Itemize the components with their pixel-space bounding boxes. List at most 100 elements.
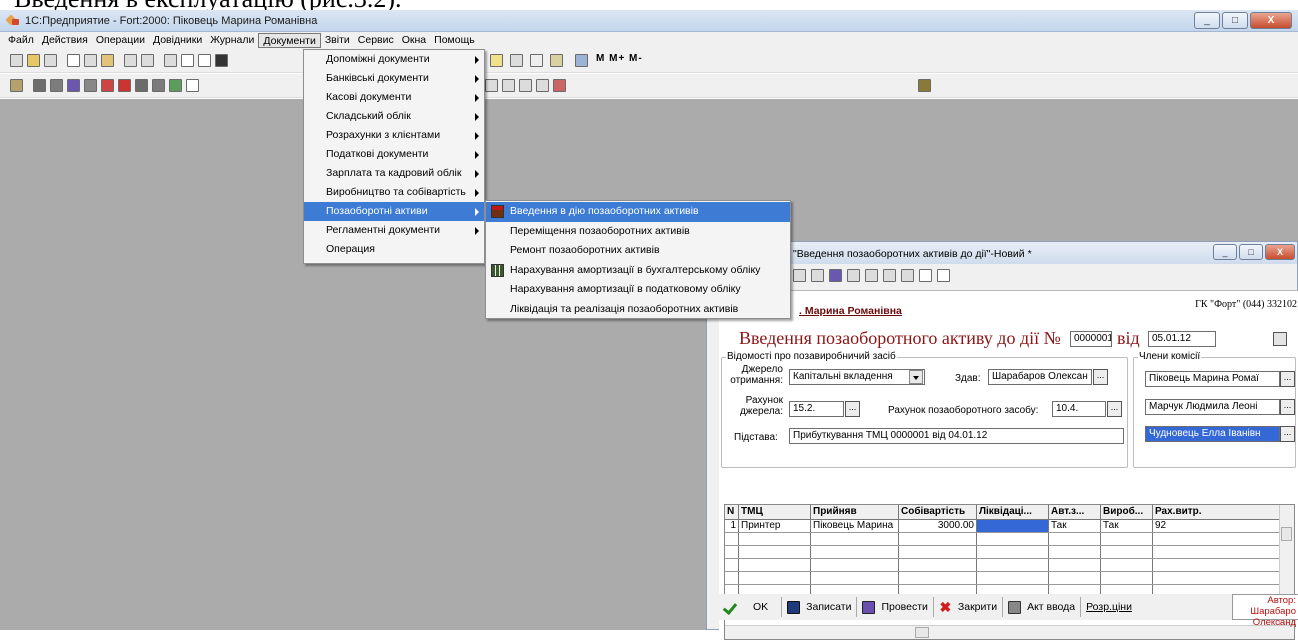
- vertical-scroll-thumb[interactable]: [1281, 527, 1292, 541]
- commission-member-1-button[interactable]: ...: [1280, 371, 1295, 387]
- menu-item-bank-docs[interactable]: Банківські документи: [304, 69, 484, 88]
- save-button[interactable]: Записати: [782, 597, 858, 617]
- calc-prices-button[interactable]: Розр.ціни: [1081, 597, 1137, 617]
- dialog-maximize-button[interactable]: □: [1239, 244, 1263, 260]
- undo-icon[interactable]: [181, 54, 194, 67]
- calc-icon[interactable]: [510, 54, 523, 67]
- new-icon[interactable]: [10, 54, 23, 67]
- copy-icon[interactable]: [84, 54, 97, 67]
- menu-help[interactable]: Помощь: [430, 33, 479, 48]
- notes-icon[interactable]: [550, 54, 563, 67]
- col-auto[interactable]: Авт.з...: [1049, 505, 1101, 519]
- cell-tmc[interactable]: Принтер: [739, 520, 811, 532]
- basis-field[interactable]: Прибуткування ТМЦ 0000001 від 04.01.12: [789, 428, 1124, 444]
- submenu-item-transfer[interactable]: Переміщення позаоборотних активів: [486, 222, 790, 242]
- empty-row[interactable]: [725, 546, 1294, 559]
- dialog-tool-icon-2[interactable]: [811, 269, 824, 282]
- menu-item-auxiliary-docs[interactable]: Допоміжні документи: [304, 50, 484, 69]
- handed-select-button[interactable]: ...: [1093, 369, 1108, 385]
- commission-member-3-button[interactable]: ...: [1280, 426, 1295, 442]
- cell-liquidation[interactable]: [977, 520, 1049, 532]
- date-field[interactable]: 05.01.12: [1148, 331, 1216, 347]
- menu-file[interactable]: Файл: [4, 33, 38, 48]
- cell-expense-account[interactable]: 92: [1153, 520, 1281, 532]
- calendar-icon[interactable]: [530, 54, 543, 67]
- asset-account-field[interactable]: 10.4.: [1052, 401, 1106, 417]
- menu-item-warehouse[interactable]: Складський облік: [304, 107, 484, 126]
- close-button[interactable]: X: [1250, 12, 1292, 29]
- dialog-tool-icon-1[interactable]: [793, 269, 806, 282]
- menu-references[interactable]: Довідники: [149, 33, 206, 48]
- menu-journals[interactable]: Журнали: [206, 33, 258, 48]
- ok-button[interactable]: OK: [719, 597, 783, 617]
- salary-icon[interactable]: [186, 79, 199, 92]
- stock-icon[interactable]: [135, 79, 148, 92]
- clients-icon[interactable]: [152, 79, 165, 92]
- cell-accepted[interactable]: Піковець Марина: [811, 520, 899, 532]
- source-field[interactable]: Капітальні вкладення: [789, 369, 925, 385]
- dialog-help-icon[interactable]: [919, 269, 932, 282]
- menu-operations[interactable]: Операции: [92, 33, 149, 48]
- journal-icon[interactable]: [10, 79, 23, 92]
- paste-icon[interactable]: [101, 54, 114, 67]
- chart-icon[interactable]: [84, 79, 97, 92]
- commission-member-3[interactable]: Чудновець Елла Іванівн: [1145, 426, 1280, 442]
- table-horizontal-scrollbar[interactable]: [725, 625, 1294, 639]
- cell-auto[interactable]: Так: [1049, 520, 1101, 532]
- redo-icon[interactable]: [198, 54, 211, 67]
- doc-icon-3[interactable]: [519, 79, 532, 92]
- asset-account-button[interactable]: ...: [1107, 401, 1122, 417]
- doc-icon-4[interactable]: [536, 79, 549, 92]
- menu-item-regulatory[interactable]: Регламентні документи: [304, 221, 484, 240]
- commission-member-2[interactable]: Марчук Людмила Леоні: [1145, 399, 1280, 415]
- menu-service[interactable]: Сервис: [354, 33, 398, 48]
- col-expense-account[interactable]: Рах.витр.: [1153, 505, 1281, 519]
- commission-member-2-button[interactable]: ...: [1280, 399, 1295, 415]
- balance-icon[interactable]: [67, 79, 80, 92]
- col-n[interactable]: N: [725, 505, 739, 519]
- select-all-icon[interactable]: [164, 54, 177, 67]
- open-icon[interactable]: [27, 54, 40, 67]
- horizontal-scroll-thumb[interactable]: [915, 627, 929, 638]
- commission-member-1[interactable]: Піковець Марина Ромаї: [1145, 371, 1280, 387]
- menu-item-cash-docs[interactable]: Касові документи: [304, 88, 484, 107]
- dialog-whatis-icon[interactable]: [937, 269, 950, 282]
- submenu-item-depreciation-tax[interactable]: Нарахування амортизації в податковому об…: [486, 280, 790, 300]
- dialog-post-icon[interactable]: [829, 269, 842, 282]
- dialog-minimize-button[interactable]: _: [1213, 244, 1237, 260]
- submenu-item-depreciation-accounting[interactable]: Нарахування амортизації в бухгалтерськом…: [486, 261, 790, 281]
- doc-icon-5[interactable]: [553, 79, 566, 92]
- memory-buttons[interactable]: M M+ M-: [596, 53, 643, 64]
- empty-row[interactable]: [725, 559, 1294, 572]
- empty-row[interactable]: [725, 572, 1294, 585]
- doc-icon-1[interactable]: [485, 79, 498, 92]
- cell-cost[interactable]: 3000.00: [899, 520, 977, 532]
- maximize-button[interactable]: □: [1222, 12, 1248, 29]
- book-icon[interactable]: [575, 54, 588, 67]
- report2-icon[interactable]: [50, 79, 63, 92]
- dialog-sort-asc-icon[interactable]: [883, 269, 896, 282]
- menu-reports[interactable]: Звіти: [321, 33, 354, 48]
- col-accepted[interactable]: Прийняв: [811, 505, 899, 519]
- submenu-item-liquidation[interactable]: Ліквідація та реалізація позаоборотних а…: [486, 300, 790, 320]
- document-number-field[interactable]: 0000001: [1070, 331, 1112, 347]
- menu-item-clients[interactable]: Розрахунки з клієнтами: [304, 126, 484, 145]
- menu-item-fixed-assets[interactable]: Позаоборотні активи: [304, 202, 484, 221]
- menu-item-salary[interactable]: Зарплата та кадровий облік: [304, 164, 484, 183]
- dialog-close-button[interactable]: X: [1265, 244, 1295, 260]
- col-tmc[interactable]: ТМЦ: [739, 505, 811, 519]
- save-icon[interactable]: [44, 54, 57, 67]
- doc-icon-2[interactable]: [502, 79, 515, 92]
- menu-windows[interactable]: Окна: [398, 33, 430, 48]
- dialog-sort-desc-icon[interactable]: [901, 269, 914, 282]
- empty-row[interactable]: [725, 533, 1294, 546]
- menu-actions[interactable]: Действия: [38, 33, 92, 48]
- tools-icon[interactable]: [918, 79, 931, 92]
- account-source-field[interactable]: 15.2.: [789, 401, 844, 417]
- col-liquidation[interactable]: Ліквідаці...: [977, 505, 1049, 519]
- dialog-tool-icon-4[interactable]: [847, 269, 860, 282]
- preview-icon[interactable]: [141, 54, 154, 67]
- bank-icon[interactable]: [101, 79, 114, 92]
- cash-icon[interactable]: [118, 79, 131, 92]
- account-source-button[interactable]: ...: [845, 401, 860, 417]
